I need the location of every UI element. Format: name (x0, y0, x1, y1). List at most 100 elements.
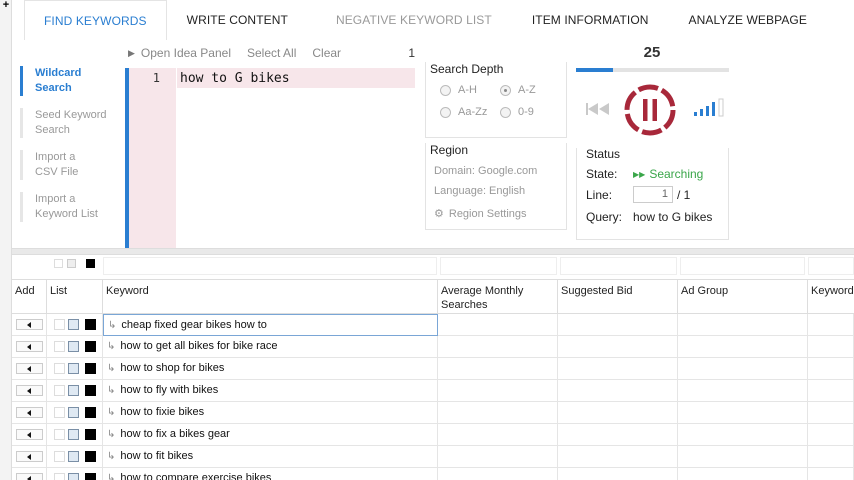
adgroup-filter-input[interactable] (680, 257, 805, 275)
list-toggle[interactable] (54, 341, 65, 352)
depth-option-0-9[interactable]: 0-9 (500, 106, 560, 118)
adgroup-cell[interactable] (678, 424, 808, 446)
searches-cell[interactable] (438, 380, 558, 402)
bid-cell[interactable] (558, 424, 678, 446)
table-row[interactable]: ↳ how to fly with bikes (12, 380, 854, 402)
tab-negative-keyword-list[interactable]: NEGATIVE KEYWORD LIST (316, 0, 512, 40)
column-header-searches[interactable]: Average Monthly Searches (438, 280, 558, 314)
keyword-cell[interactable]: ↳ how to get all bikes for bike race (103, 336, 438, 358)
depth-option-a-h[interactable]: A-H (440, 84, 500, 96)
adgroup-cell[interactable] (678, 468, 808, 480)
add-keyword-button[interactable] (16, 451, 43, 462)
list-toggle[interactable] (85, 319, 96, 330)
nav-import-keyword-list[interactable]: Import a Keyword List (20, 192, 106, 222)
searches-cell[interactable] (438, 402, 558, 424)
list-toggle[interactable] (54, 429, 65, 440)
keyword-editor[interactable]: 1 how to G bikes (125, 68, 415, 248)
clear-button[interactable]: Clear (312, 46, 341, 60)
table-row[interactable]: ↳ how to fit bikes (12, 446, 854, 468)
list-toggle[interactable] (54, 363, 65, 374)
keyword-cell[interactable]: ↳ how to fit bikes (103, 446, 438, 468)
list-toggle[interactable] (85, 363, 96, 374)
add-keyword-button[interactable] (16, 429, 43, 440)
bid-cell[interactable] (558, 336, 678, 358)
pause-icon[interactable] (623, 83, 677, 137)
searches-cell[interactable] (438, 358, 558, 380)
keyword-cell[interactable]: ↳ how to compare exercise bikes (103, 468, 438, 480)
adgroup-cell[interactable] (678, 446, 808, 468)
tab-item-information[interactable]: ITEM INFORMATION (512, 0, 669, 40)
bid-cell[interactable] (558, 446, 678, 468)
filter-box[interactable] (86, 259, 95, 268)
keyword-cell[interactable]: ↳ cheap fixed gear bikes how to (103, 314, 438, 336)
keyword-cell[interactable]: ↳ how to fix a bikes gear (103, 424, 438, 446)
list-toggle[interactable] (68, 451, 79, 462)
list-toggle[interactable] (85, 429, 96, 440)
skip-back-icon[interactable] (585, 101, 611, 117)
list-toggle[interactable] (68, 363, 79, 374)
extra-cell[interactable] (808, 358, 854, 380)
table-row[interactable]: ↳ how to compare exercise bikes (12, 468, 854, 480)
column-header-list[interactable]: List (47, 280, 103, 314)
add-keyword-button[interactable] (16, 363, 43, 374)
searches-cell[interactable] (438, 314, 558, 336)
extra-cell[interactable] (808, 402, 854, 424)
tab-find-keywords[interactable]: FIND KEYWORDS (24, 0, 167, 40)
list-toggle[interactable] (54, 407, 65, 418)
add-keyword-button[interactable] (16, 319, 43, 330)
list-toggle[interactable] (68, 473, 79, 480)
searches-cell[interactable] (438, 424, 558, 446)
extra-filter-input[interactable] (808, 257, 854, 275)
add-keyword-button[interactable] (16, 341, 43, 352)
extra-cell[interactable] (808, 468, 854, 480)
select-all-button[interactable]: Select All (247, 46, 296, 60)
list-toggle[interactable] (54, 385, 65, 396)
searches-cell[interactable] (438, 336, 558, 358)
open-idea-panel-button[interactable]: ▶ Open Idea Panel (128, 46, 231, 60)
column-header-adgroup[interactable]: Ad Group (678, 280, 808, 314)
extra-cell[interactable] (808, 424, 854, 446)
expand-button[interactable]: + (1, 0, 11, 11)
bid-cell[interactable] (558, 402, 678, 424)
tab-write-content[interactable]: WRITE CONTENT (167, 0, 316, 40)
list-toggle[interactable] (85, 385, 96, 396)
add-keyword-button[interactable] (16, 473, 43, 480)
add-keyword-button[interactable] (16, 385, 43, 396)
list-toggle[interactable] (68, 341, 79, 352)
list-toggle[interactable] (54, 319, 65, 330)
extra-cell[interactable] (808, 446, 854, 468)
table-row[interactable]: ↳ how to shop for bikes (12, 358, 854, 380)
list-toggle[interactable] (68, 319, 79, 330)
adgroup-cell[interactable] (678, 336, 808, 358)
table-row[interactable]: ↳ how to fixie bikes (12, 402, 854, 424)
column-header-keyword[interactable]: Keyword (103, 280, 438, 314)
editor-line-text[interactable]: how to G bikes (177, 68, 415, 88)
list-toggle[interactable] (85, 341, 96, 352)
list-toggle[interactable] (54, 451, 65, 462)
adgroup-cell[interactable] (678, 314, 808, 336)
keyword-filter-input[interactable] (103, 257, 437, 275)
table-row[interactable]: ↳ how to get all bikes for bike race (12, 336, 854, 358)
adgroup-cell[interactable] (678, 380, 808, 402)
column-header-add[interactable]: Add (12, 280, 47, 314)
bid-filter-input[interactable] (560, 257, 677, 275)
filter-box[interactable] (67, 259, 76, 268)
table-row[interactable]: ↳ cheap fixed gear bikes how to (12, 314, 854, 336)
table-row[interactable]: ↳ how to fix a bikes gear (12, 424, 854, 446)
keyword-cell[interactable]: ↳ how to shop for bikes (103, 358, 438, 380)
searches-filter-input[interactable] (440, 257, 557, 275)
list-toggle[interactable] (85, 451, 96, 462)
list-toggle[interactable] (85, 473, 96, 480)
column-header-keyword-extra[interactable]: Keyword (808, 280, 854, 314)
add-keyword-button[interactable] (16, 407, 43, 418)
extra-cell[interactable] (808, 314, 854, 336)
list-toggle[interactable] (54, 473, 65, 480)
region-settings-link[interactable]: ⚙ Region Settings (434, 207, 527, 221)
searches-cell[interactable] (438, 468, 558, 480)
filter-box[interactable] (54, 259, 63, 268)
bid-cell[interactable] (558, 314, 678, 336)
tab-analyze-webpage[interactable]: ANALYZE WEBPAGE (669, 0, 827, 40)
list-toggle[interactable] (68, 407, 79, 418)
pane-splitter[interactable] (12, 248, 854, 255)
list-toggle[interactable] (68, 385, 79, 396)
